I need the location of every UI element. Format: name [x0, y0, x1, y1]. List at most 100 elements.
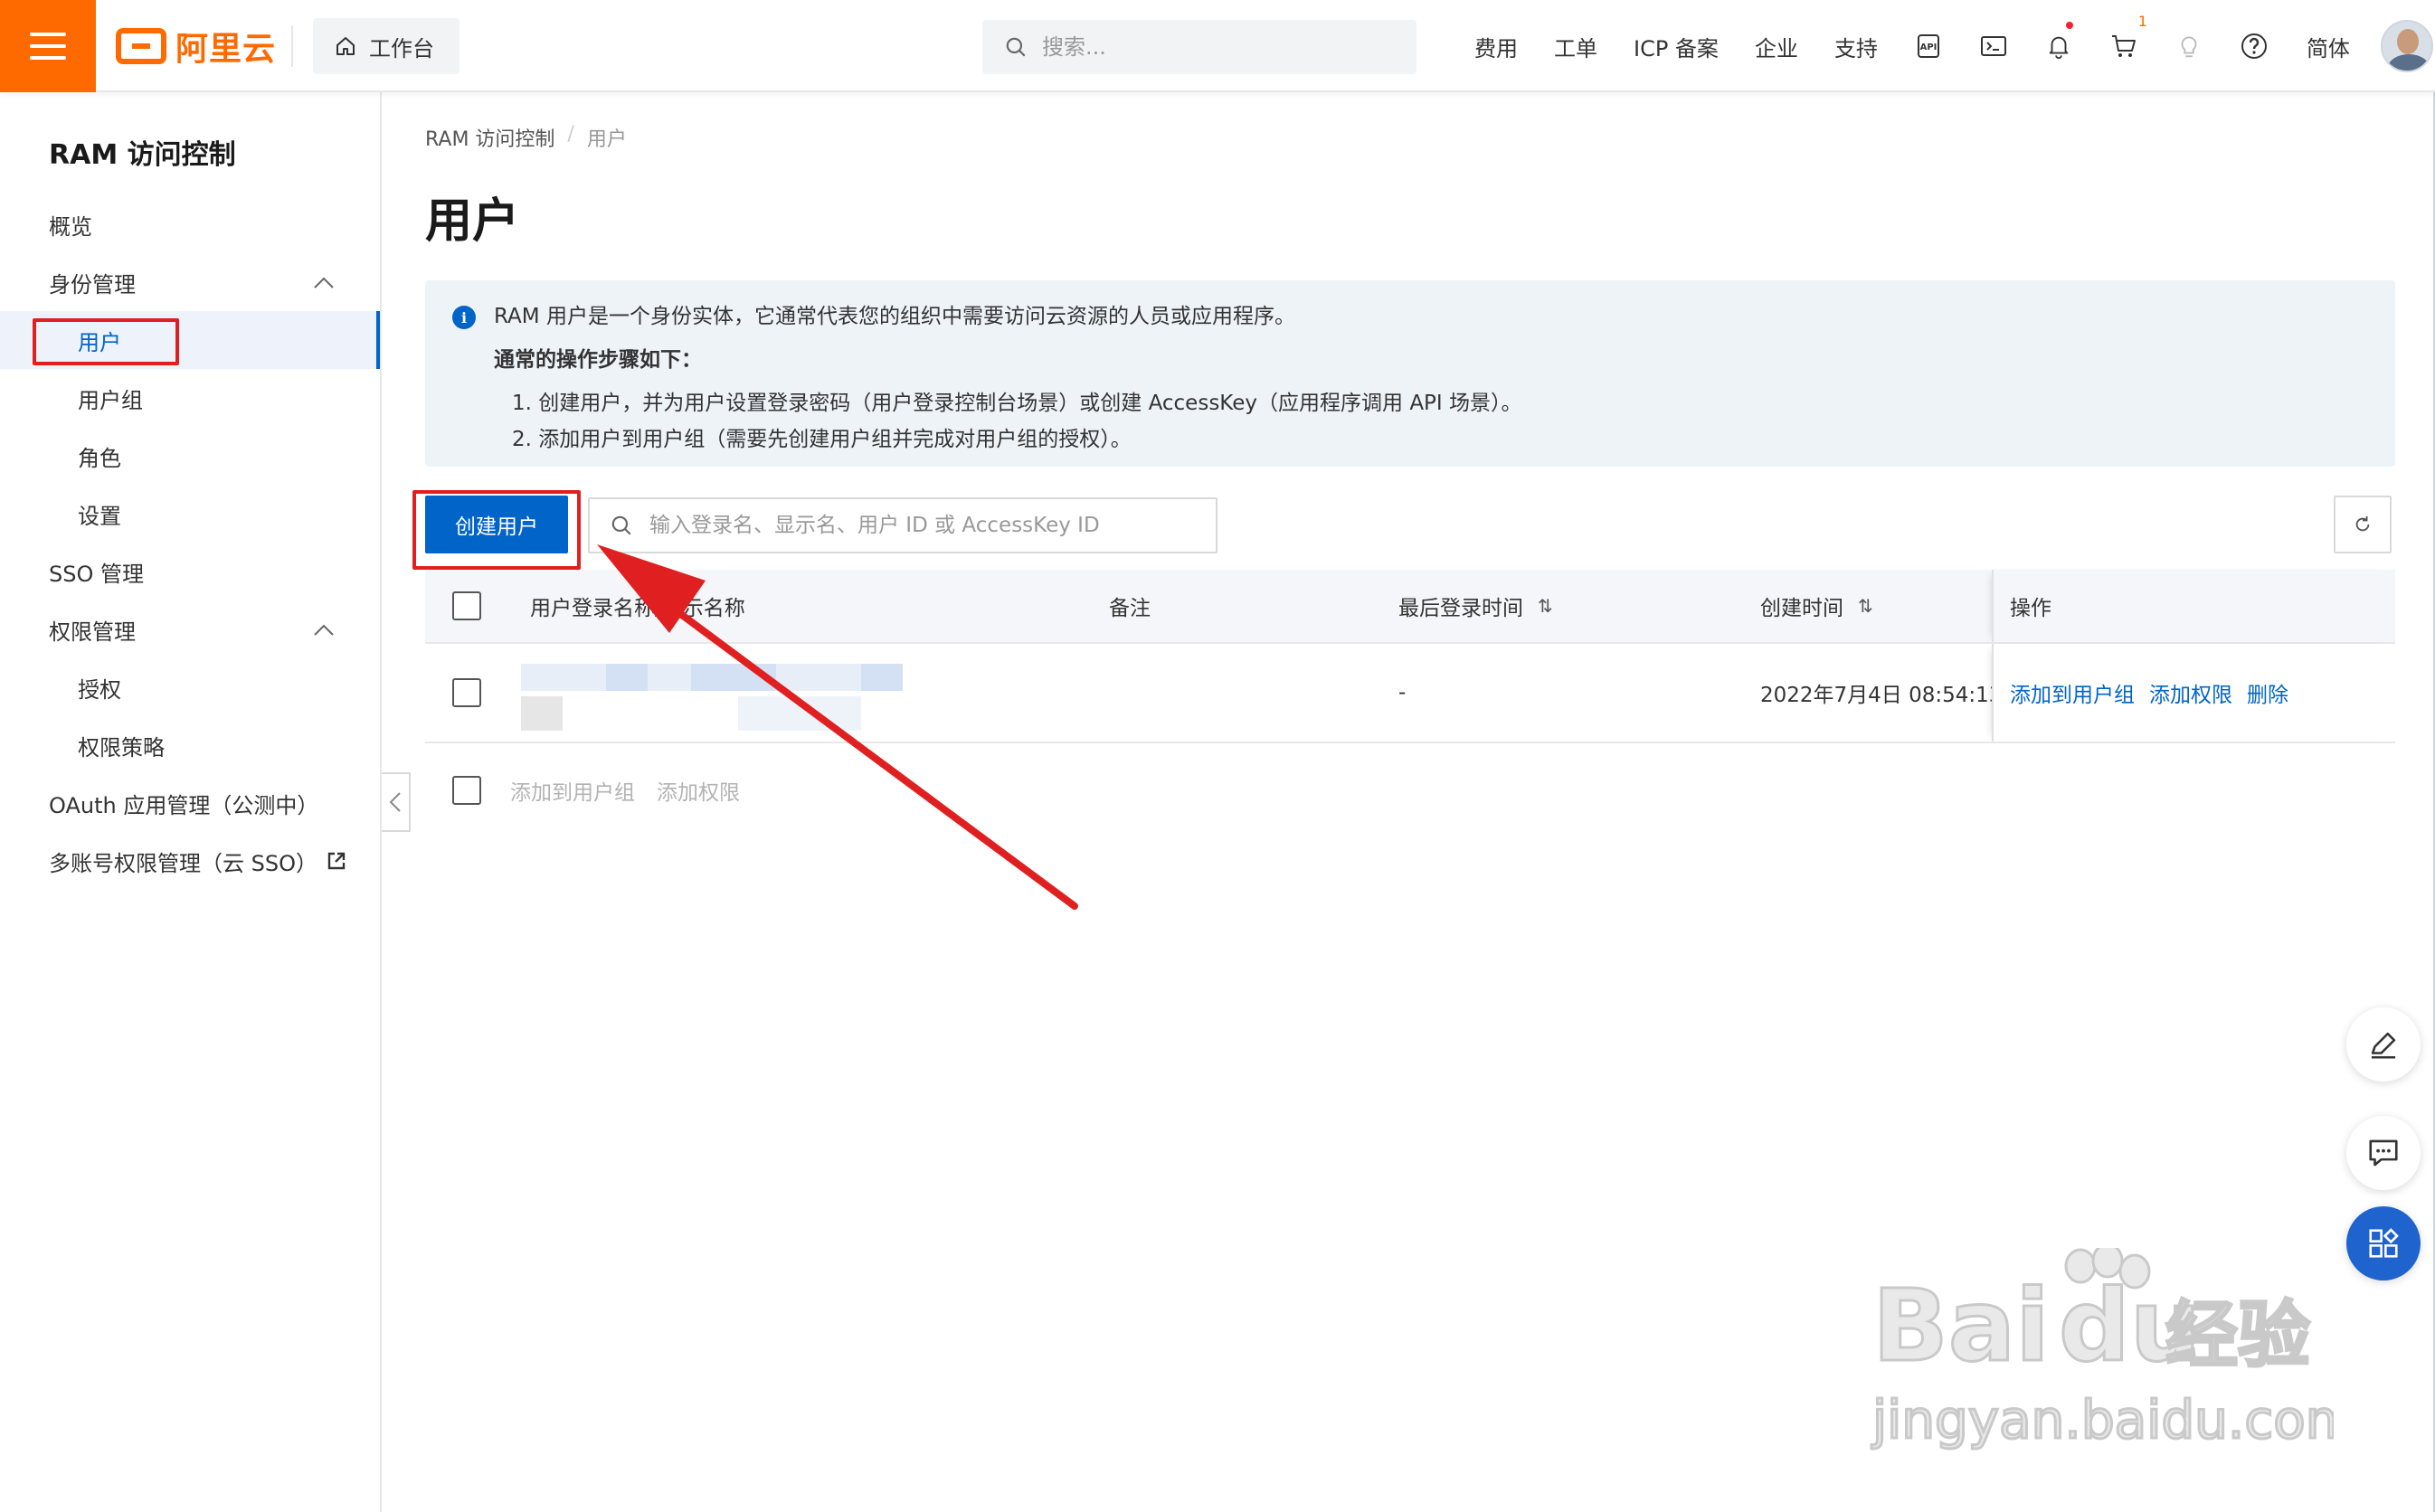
- sidebar-item-label: 用户组: [78, 387, 143, 413]
- workbench-label: 工作台: [369, 35, 434, 61]
- username-cell[interactable]: [521, 644, 955, 742]
- apps-button[interactable]: [2346, 1206, 2421, 1280]
- sidebar-item-user-groups[interactable]: 用户组: [0, 369, 380, 427]
- cart-button[interactable]: 1: [2091, 0, 2156, 92]
- batch-add-permission[interactable]: 添加权限: [657, 775, 740, 806]
- breadcrumb-ram[interactable]: RAM 访问控制: [425, 123, 554, 152]
- hamburger-menu-button[interactable]: [0, 0, 96, 92]
- terminal-button[interactable]: [1961, 0, 2026, 92]
- user-search-input[interactable]: [649, 514, 1192, 537]
- refresh-button[interactable]: [2334, 496, 2392, 553]
- user-avatar[interactable]: [2380, 20, 2433, 72]
- api-button[interactable]: API: [1896, 0, 1961, 92]
- top-nav-links: 费用 工单 ICP 备案 企业 支持 API 1 简体: [1456, 0, 2433, 92]
- sidebar-item-label: 角色: [78, 445, 121, 471]
- top-navigation-bar: 阿里云 工作台 费用 工单 ICP 备案 企业 支持 API: [0, 0, 2435, 92]
- sidebar-item-users[interactable]: 用户: [0, 311, 380, 369]
- api-icon: API: [1917, 34, 1939, 58]
- breadcrumb: RAM 访问控制 / 用户: [425, 123, 627, 152]
- sidebar-item-label: 多账号权限管理（云 SSO）: [49, 850, 317, 876]
- chat-button[interactable]: [2346, 1116, 2421, 1190]
- sidebar-item-label: 身份管理: [49, 271, 136, 298]
- delete-link[interactable]: 删除: [2247, 677, 2288, 708]
- sidebar-item-roles[interactable]: 角色: [0, 427, 380, 485]
- sort-icon: ⇅: [1858, 595, 1873, 617]
- sidebar-group-permissions[interactable]: 权限管理: [0, 600, 380, 658]
- table-row: - 2022年7月4日 08:54:13 添加到用户组 添加权限 删除: [425, 644, 2395, 743]
- col-label: 最后登录时间: [1398, 597, 1523, 620]
- brand-name: 阿里云: [175, 31, 277, 68]
- sidebar-item-policies[interactable]: 权限策略: [0, 716, 380, 774]
- actions-cell: 添加到用户组 添加权限 删除: [1992, 644, 2395, 742]
- nav-enterprise[interactable]: 企业: [1737, 31, 1816, 62]
- sidebar-item-label: 用户: [78, 329, 121, 355]
- sidebar-item-overview[interactable]: 概览: [0, 195, 380, 253]
- info-step-2: 2. 添加用户到用户组（需要先创建用户组并完成对用户组的授权）。: [512, 428, 1132, 451]
- terminal-icon: [1980, 36, 2006, 56]
- external-link-icon: [327, 852, 346, 870]
- language-switch[interactable]: 简体: [2287, 31, 2370, 62]
- blurred-segment: [606, 664, 648, 691]
- edit-icon: [2371, 1032, 2396, 1059]
- users-table: 用户登录名称/显示名称 备注 最后登录时间 ⇅ 创建时间 ⇅ 操作 - 2022…: [425, 570, 2395, 743]
- sidebar-item-oauth[interactable]: OAuth 应用管理（公测中）: [0, 774, 380, 832]
- user-search[interactable]: [588, 497, 1218, 553]
- svg-text:API: API: [1920, 43, 1938, 52]
- add-permission-link[interactable]: 添加权限: [2149, 677, 2232, 708]
- chevron-up-icon: [314, 624, 334, 636]
- sidebar-item-cloud-sso[interactable]: 多账号权限管理（云 SSO）: [0, 832, 380, 890]
- menu-icon-bar: [30, 33, 66, 36]
- notification-dot: [2065, 22, 2073, 29]
- create-user-button[interactable]: 创建用户: [425, 496, 568, 553]
- col-username: 用户登录名称/显示名称: [530, 597, 745, 620]
- search-icon: [1006, 37, 1026, 57]
- search-icon: [611, 515, 631, 535]
- main-content: RAM 访问控制 / 用户 用户 i RAM 用户是一个身份实体，它通常代表您的…: [384, 92, 2435, 1512]
- nav-support[interactable]: 支持: [1816, 31, 1896, 62]
- info-step-1: 1. 创建用户，并为用户设置登录密码（用户登录控制台场景）或创建 AccessK…: [512, 392, 1522, 415]
- sidebar-item-label: OAuth 应用管理（公测中）: [49, 792, 319, 818]
- last-login-cell: -: [1398, 681, 1407, 704]
- batch-add-to-group[interactable]: 添加到用户组: [510, 775, 635, 806]
- tips-button[interactable]: [2156, 0, 2222, 92]
- global-search[interactable]: [982, 20, 1416, 74]
- nav-billing[interactable]: 费用: [1456, 31, 1536, 62]
- feedback-edit-button[interactable]: [2346, 1007, 2421, 1082]
- blurred-display-name: [521, 696, 563, 731]
- select-all-checkbox[interactable]: [452, 591, 481, 620]
- sidebar-item-sso[interactable]: SSO 管理: [0, 543, 380, 600]
- batch-select-checkbox[interactable]: [452, 776, 481, 805]
- global-search-input[interactable]: [1042, 34, 1386, 60]
- col-created[interactable]: 创建时间 ⇅: [1760, 570, 1873, 642]
- divider: [291, 25, 293, 67]
- col-last-login[interactable]: 最后登录时间 ⇅: [1398, 570, 1553, 642]
- add-to-group-link[interactable]: 添加到用户组: [2010, 677, 2135, 708]
- sidebar-item-settings[interactable]: 设置: [0, 485, 380, 543]
- browser-window: 阿里云 工作台 费用 工单 ICP 备案 企业 支持 API: [0, 0, 2435, 1512]
- table-header: 用户登录名称/显示名称 备注 最后登录时间 ⇅ 创建时间 ⇅ 操作: [425, 570, 2395, 644]
- nav-ticket[interactable]: 工单: [1536, 31, 1615, 62]
- apps-grid-icon: [2369, 1228, 2399, 1258]
- workbench-button[interactable]: 工作台: [313, 18, 460, 74]
- notification-button[interactable]: [2026, 0, 2091, 92]
- help-icon: [2241, 33, 2267, 59]
- sidebar-item-label: 权限管理: [49, 619, 136, 645]
- sidebar-group-identity[interactable]: 身份管理: [0, 253, 380, 311]
- select-all-cell: [452, 570, 481, 642]
- sidebar-item-label: SSO 管理: [49, 561, 144, 587]
- blurred-segment: [691, 664, 776, 691]
- sidebar-item-label: 权限策略: [78, 734, 165, 761]
- row-checkbox[interactable]: [452, 678, 481, 707]
- breadcrumb-separator: /: [567, 123, 574, 146]
- sidebar: RAM 访问控制 概览 身份管理 用户 用户组 角色 设置 SSO 管理 权限管…: [0, 92, 382, 1512]
- sidebar-item-grants[interactable]: 授权: [0, 658, 380, 716]
- aliyun-logo[interactable]: 阿里云: [116, 25, 277, 68]
- nav-icp[interactable]: ICP 备案: [1615, 31, 1737, 62]
- col-label: 创建时间: [1760, 597, 1843, 620]
- blurred-segment: [861, 664, 903, 691]
- page-title: 用户: [425, 194, 520, 249]
- help-button[interactable]: [2222, 0, 2287, 92]
- bulb-icon: [2181, 36, 2197, 58]
- sidebar-item-label: 设置: [78, 503, 121, 529]
- aliyun-logo-icon: [116, 28, 166, 64]
